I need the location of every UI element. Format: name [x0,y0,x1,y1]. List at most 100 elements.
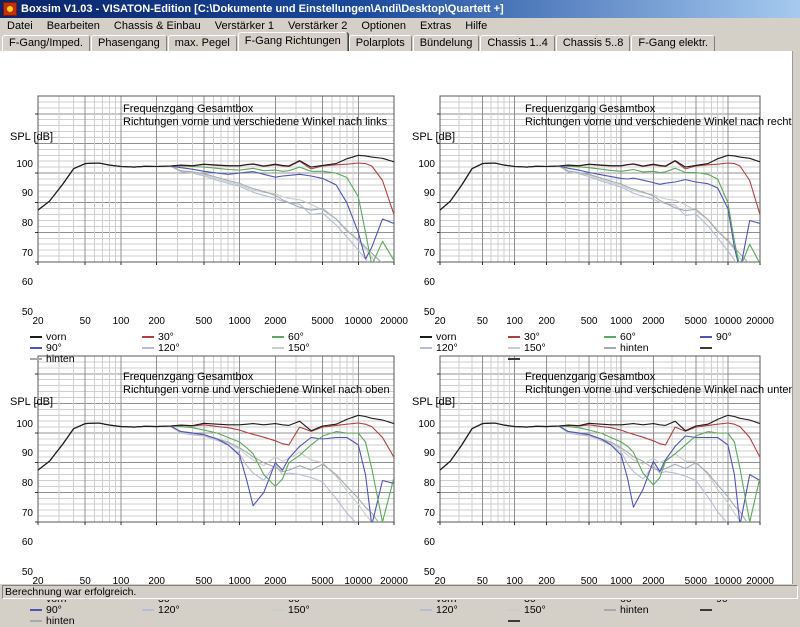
tab-phasengang[interactable]: Phasengang [90,35,167,51]
x-tick-label: 5000 [684,316,707,327]
legend-label: 150° [288,604,310,616]
title-bar[interactable]: Boxsim V1.03 - VISATON-Edition [C:\Dokum… [0,0,800,18]
tab-chassis-5-8[interactable]: Chassis 5..8 [555,35,631,51]
y-axis-label: SPL [dB] [412,131,456,143]
y-tick-label: 70 [21,507,33,519]
y-tick-label: 100 [418,418,435,430]
status-bar: Berechnung war erfolgreich. [0,584,800,600]
menu-bar: Datei Bearbeiten Chassis & Einbau Verstärke… [0,18,800,33]
menu-item-optionen[interactable]: Optionen [354,19,413,33]
x-tick-label: 100 [506,316,523,327]
legend-label: 90° [716,331,732,343]
app-icon [3,2,17,16]
y-tick-label: 70 [21,247,33,259]
menu-item-verst-rker-2[interactable]: Verstärker 2 [281,19,354,33]
x-tick-label: 20 [32,316,44,327]
legend-label: 120° [436,342,458,354]
legend-swatch [142,347,154,349]
series-hinten [440,162,749,262]
y-tick-label: 90 [21,448,33,460]
legend-swatch [30,609,42,611]
chart-panel: Frequenzgang Gesamtbox Richtungen vorne u… [0,51,797,627]
tab-max-pegel[interactable]: max. Pegel [167,35,237,51]
x-tick-label: 1000 [228,316,251,327]
y-tick-label: 50 [21,567,33,578]
y-tick-label: 50 [21,307,33,318]
y-tick-label: 80 [21,478,33,490]
tab-chassis-1-4[interactable]: Chassis 1..4 [480,35,555,51]
x-tick-label: 20000 [380,316,408,327]
series-vorn [38,414,394,471]
y-tick-label: 60 [423,537,435,549]
menu-item-chassis-einbau[interactable]: Chassis & Einbau [107,19,208,33]
series-150deg [440,422,742,522]
status-text: Berechnung war erfolgreich. [2,585,798,599]
legend-swatch [700,336,712,338]
x-tick-label: 200 [148,316,165,327]
window-title: Boxsim V1.03 - VISATON-Edition [C:\Dokum… [21,3,504,15]
legend-swatch [508,620,520,622]
menu-item-hilfe[interactable]: Hilfe [458,19,494,33]
tab-b-ndelung[interactable]: Bündelung [412,35,480,51]
y-tick-label: 70 [423,247,435,259]
y-tick-label: 80 [21,218,33,230]
legend-swatch [30,347,42,349]
x-tick-label: 50 [79,316,91,327]
legend-swatch [700,347,712,349]
legend-swatch [420,336,432,338]
chart-subtitle: Richtungen vorne und verschiedene Winkel… [123,384,390,396]
tab-bar: F-Gang/Imped. Phasengang max. Pegel F-Gang … [0,32,800,51]
legend-label: 120° [158,604,180,616]
y-tick-label: 90 [21,188,33,200]
legend-label: 120° [158,342,180,354]
x-tick-label: 500 [195,316,213,327]
menu-item-verst-rker-1[interactable]: Verstärker 1 [208,19,281,33]
y-tick-label: 100 [418,158,435,170]
chart-title: Frequenzgang Gesamtbox [525,103,656,115]
x-tick-label: 200 [538,316,555,327]
legend-label: hinten [620,604,649,616]
tab-f-gang-elektr-[interactable]: F-Gang elektr. [631,35,716,51]
y-tick-label: 100 [16,158,33,170]
legend-label: hinten [46,353,75,365]
chart-subtitle: Richtungen vorne und verschiedene Winkel… [123,116,388,128]
legend-swatch [508,347,520,349]
y-tick-label: 50 [423,307,435,318]
legend-label: 120° [436,604,458,616]
legend-swatch [508,336,520,338]
series-150deg [38,422,373,522]
x-tick-label: 50 [476,316,488,327]
legend-label: hinten [620,342,649,354]
legend-swatch [420,609,432,611]
x-tick-label: 20000 [746,316,774,327]
y-tick-label: 60 [21,537,33,549]
tab-f-gang-imped-[interactable]: F-Gang/Imped. [2,35,90,51]
legend-swatch [142,609,154,611]
legend-swatch [604,347,616,349]
legend-swatch [272,609,284,611]
legend-swatch [420,347,432,349]
menu-item-bearbeiten[interactable]: Bearbeiten [40,19,107,33]
tab-f-gang-richtungen[interactable]: F-Gang Richtungen [237,32,348,51]
legend-label: 150° [524,604,546,616]
y-tick-label: 60 [423,277,435,289]
y-tick-label: 50 [423,567,435,578]
legend-label: 150° [288,342,310,354]
y-axis-label: SPL [dB] [412,396,456,408]
legend-swatch [604,336,616,338]
menu-item-datei[interactable]: Datei [0,19,40,33]
tab-polarplots[interactable]: Polarplots [348,35,412,51]
series-vorn [38,154,394,211]
y-tick-label: 100 [16,418,33,430]
chart-title: Frequenzgang Gesamtbox [123,103,254,115]
menu-item-extras[interactable]: Extras [413,19,458,33]
legend-label: hinten [46,615,75,627]
app-window: Boxsim V1.03 - VISATON-Edition [C:\Dokum… [0,0,800,627]
series-120deg [440,422,728,522]
y-axis-label: SPL [dB] [10,396,54,408]
legend-swatch [30,358,42,360]
series-30deg [38,160,394,215]
y-tick-label: 90 [423,448,435,460]
series-vorn [440,414,760,471]
x-tick-label: 20 [434,316,446,327]
